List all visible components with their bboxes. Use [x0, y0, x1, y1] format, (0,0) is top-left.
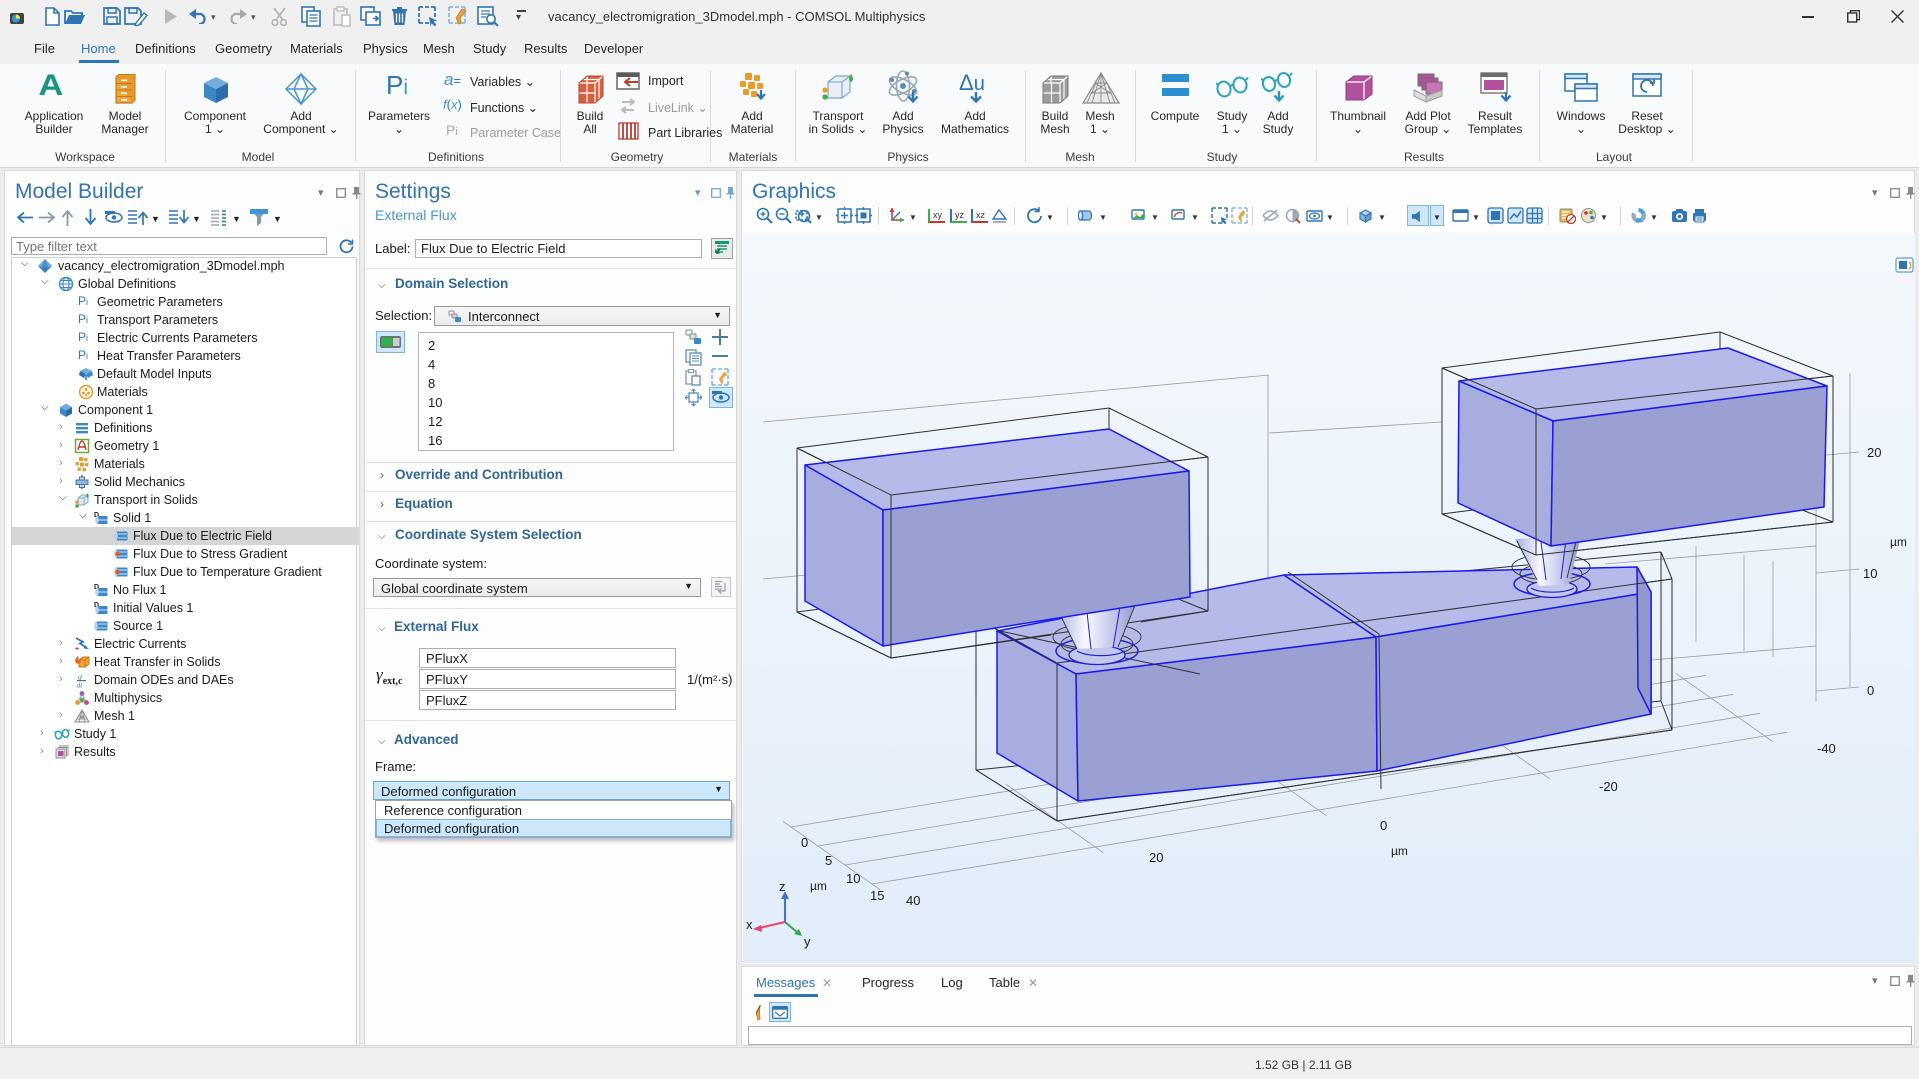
svg-text:x: x — [746, 917, 753, 932]
svg-text:+: + — [75, 646, 79, 652]
svg-text:15: 15 — [870, 888, 884, 903]
svg-text:10: 10 — [1863, 566, 1877, 581]
svg-text:0: 0 — [801, 835, 808, 850]
svg-text:-20: -20 — [1599, 779, 1618, 794]
svg-text:20: 20 — [1867, 445, 1881, 460]
svg-text:5: 5 — [825, 853, 832, 868]
svg-text:0: 0 — [1867, 683, 1874, 698]
svg-text:20: 20 — [1149, 850, 1163, 865]
svg-text:10: 10 — [846, 871, 860, 886]
svg-text:dt: dt — [77, 681, 84, 689]
svg-text:µm: µm — [1391, 844, 1408, 858]
svg-text:40: 40 — [906, 893, 920, 908]
svg-text:y: y — [804, 934, 811, 949]
svg-text:µm: µm — [1890, 535, 1907, 549]
svg-text:0: 0 — [1380, 818, 1387, 833]
svg-text:z: z — [779, 879, 786, 894]
svg-text:-40: -40 — [1817, 741, 1836, 756]
svg-text:−: − — [84, 644, 89, 652]
svg-text:µm: µm — [810, 879, 827, 893]
